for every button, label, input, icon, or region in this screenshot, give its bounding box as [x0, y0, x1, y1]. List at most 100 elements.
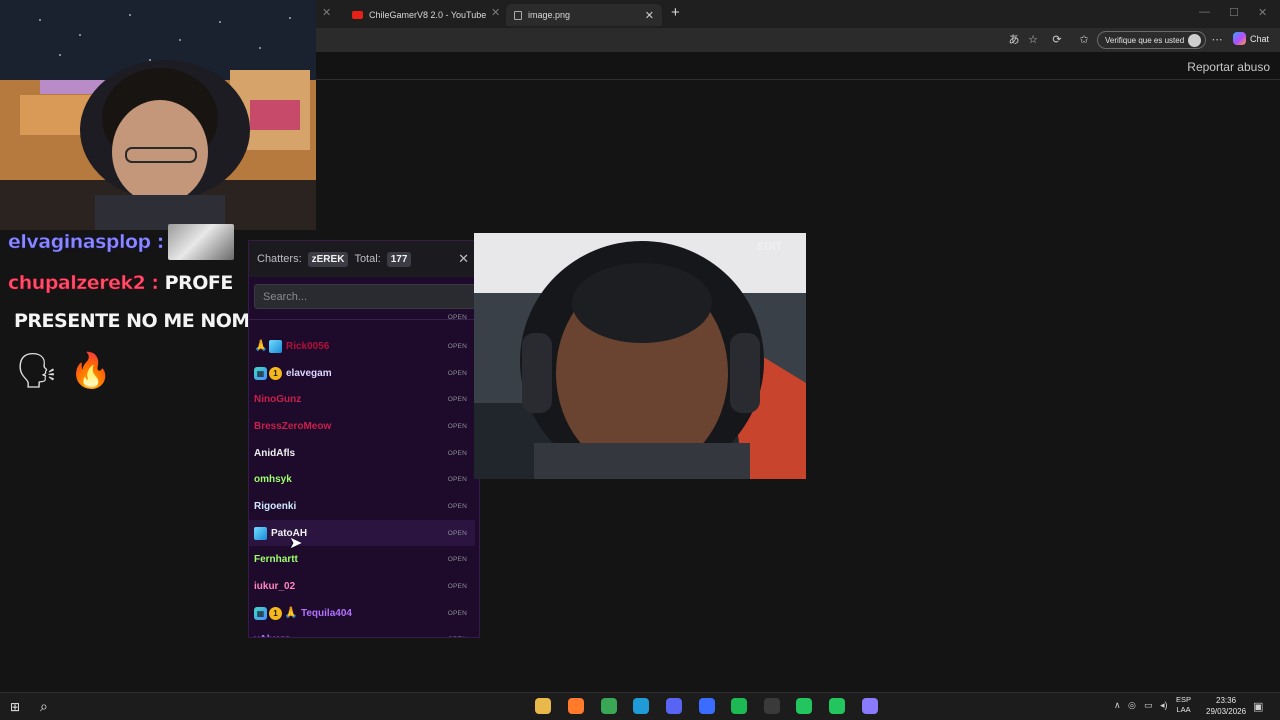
open-button[interactable]: OPEN — [448, 396, 467, 403]
open-button[interactable]: OPEN — [448, 503, 467, 510]
video-preview[interactable]: EDIT — [474, 233, 806, 479]
spotify-icon[interactable] — [731, 698, 747, 714]
chatter-row[interactable]: PatoAH OPEN — [249, 520, 475, 546]
open-button[interactable]: OPEN — [448, 370, 467, 377]
clock-time: 23:36 — [1216, 696, 1237, 705]
favorite-star-icon[interactable]: ☆ — [1026, 33, 1040, 47]
minimize-icon[interactable]: — — [1199, 6, 1210, 18]
chatters-list: OPEN 🙏 Rick0056 OPEN ▦ 1 elavegam OPEN NinoGunz O… — [249, 314, 479, 638]
video-image — [474, 233, 806, 479]
browser-icon[interactable] — [862, 698, 878, 714]
open-button[interactable]: OPEN — [448, 343, 467, 350]
chatters-label: Chatters: — [257, 253, 302, 265]
chatter-name[interactable]: iukur_02 — [254, 581, 295, 592]
discord-icon[interactable] — [666, 698, 682, 714]
tab-image[interactable]: image.png ✕ — [506, 4, 662, 26]
open-button[interactable]: OPEN — [448, 610, 467, 617]
lang-line: LAA — [1176, 705, 1191, 714]
report-abuse-link[interactable]: Reportar abuso — [1187, 60, 1270, 74]
tab-title: image.png — [528, 10, 571, 20]
chatter-row[interactable]: Fernhartt OPEN — [249, 546, 475, 572]
stream-chat-message: elvaginasplop : — [8, 224, 234, 260]
open-button[interactable]: OPEN — [448, 583, 467, 590]
open-button[interactable]: OPEN — [448, 636, 467, 638]
chatter-name[interactable]: omhsyk — [254, 474, 292, 485]
maximize-icon[interactable]: ☐ — [1229, 6, 1239, 19]
network-icon[interactable]: ▭ — [1144, 700, 1153, 711]
open-button[interactable]: OPEN — [448, 476, 467, 483]
fire-badge-icon: 🙏 — [254, 339, 268, 352]
windows-start-icon[interactable]: ⊞ — [10, 700, 20, 714]
cube-badge-icon — [269, 339, 282, 353]
kick-icon[interactable] — [796, 698, 812, 714]
clock[interactable]: 23:36 29/03/2026 — [1206, 695, 1246, 717]
search-icon[interactable]: ⌕ — [40, 698, 48, 715]
chatter-row[interactable]: 🙏 Rick0056 OPEN — [249, 333, 475, 359]
translate-icon[interactable]: あ — [1007, 33, 1021, 47]
tab-youtube[interactable]: ChileGamerV8 2.0 - YouTube — [344, 4, 494, 26]
tab-close-icon[interactable]: ✕ — [645, 9, 654, 22]
copilot-label: Chat — [1250, 33, 1270, 44]
tab-close-icon[interactable]: ✕ — [322, 6, 331, 19]
open-button[interactable]: OPEN — [448, 450, 467, 457]
fire-badge-icon: 🙏 — [284, 606, 298, 619]
chatter-row[interactable]: OPEN — [249, 304, 475, 330]
chrome-icon[interactable] — [601, 698, 617, 714]
chatter-row[interactable]: NinoGunz OPEN — [249, 386, 475, 412]
image-icon — [514, 10, 522, 20]
chatter-name[interactable]: BressZeroMeow — [254, 421, 331, 432]
firefox-icon[interactable] — [568, 698, 584, 714]
chatter-name[interactable]: vAlvaro — [254, 634, 291, 638]
edge-icon[interactable] — [633, 698, 649, 714]
new-tab-icon[interactable]: + — [671, 4, 680, 21]
tab-close-icon[interactable]: ✕ — [491, 6, 500, 19]
avatar — [1188, 33, 1201, 47]
coin-badge-icon: 1 — [269, 606, 282, 620]
coin-badge-icon: 1 — [269, 366, 282, 380]
chatter-name[interactable]: AnidAfls — [254, 448, 295, 459]
chatter-row[interactable]: omhsyk OPEN — [249, 466, 475, 492]
chatter-row[interactable]: vAlvaro OPEN — [249, 626, 475, 638]
copilot-chat-button[interactable]: Chat — [1233, 32, 1269, 45]
chatter-row[interactable]: BressZeroMeow OPEN — [249, 413, 475, 439]
speaking-head-icon: 🗣 — [15, 352, 59, 390]
chatter-name[interactable]: Rigoenki — [254, 501, 296, 512]
chatter-row[interactable]: AnidAfls OPEN — [249, 440, 475, 466]
chatter-name[interactable]: Fernhartt — [254, 554, 298, 565]
close-icon[interactable]: ✕ — [458, 251, 469, 267]
favorites-icon[interactable]: ✩ — [1077, 33, 1091, 47]
chat-emote-image — [167, 224, 234, 260]
open-button[interactable]: OPEN — [448, 530, 467, 537]
security-icon[interactable]: ◎ — [1128, 700, 1136, 711]
chatter-row[interactable]: ▦ 1 🙏 Tequila404 OPEN — [249, 600, 475, 626]
vpn-icon[interactable] — [699, 698, 715, 714]
more-menu-icon[interactable]: ⋯ — [1210, 33, 1224, 47]
chatter-name[interactable]: Tequila404 — [301, 608, 352, 619]
webcam-image — [0, 0, 316, 230]
close-window-icon[interactable]: ✕ — [1258, 6, 1267, 19]
chatter-name[interactable]: NinoGunz — [254, 394, 301, 405]
open-button[interactable]: OPEN — [448, 423, 467, 430]
stream-chat-emotes: 🗣 🔥 — [14, 348, 114, 394]
play-icon[interactable] — [829, 698, 845, 714]
file-explorer-icon[interactable] — [535, 698, 551, 714]
language-indicator[interactable]: ESP LAA — [1176, 695, 1191, 715]
chatter-row[interactable]: ▦ 1 elavegam OPEN — [249, 360, 475, 386]
chevron-up-icon[interactable]: ∧ — [1114, 700, 1121, 711]
open-button[interactable]: OPEN — [448, 314, 467, 321]
volume-icon[interactable]: ◂) — [1160, 700, 1168, 711]
chatter-row[interactable]: iukur_02 OPEN — [249, 573, 475, 599]
extensions-icon[interactable]: ⟳ — [1050, 33, 1064, 47]
chatter-name[interactable]: Rick0056 — [286, 341, 329, 352]
youtube-icon — [352, 11, 363, 19]
chatter-row[interactable]: Rigoenki OPEN — [249, 493, 475, 519]
stream-chat-message: chupalzerek2 : PROFE — [8, 272, 234, 295]
lang-line: ESP — [1176, 695, 1192, 704]
profile-button[interactable]: Verifique que es usted — [1097, 31, 1206, 49]
obs-icon[interactable] — [764, 698, 780, 714]
total-count-badge: 177 — [386, 251, 412, 267]
chatter-name[interactable]: elavegam — [286, 368, 332, 379]
open-button[interactable]: OPEN — [448, 556, 467, 563]
notifications-icon[interactable]: ▣ — [1253, 700, 1263, 713]
copilot-icon — [1233, 32, 1246, 45]
